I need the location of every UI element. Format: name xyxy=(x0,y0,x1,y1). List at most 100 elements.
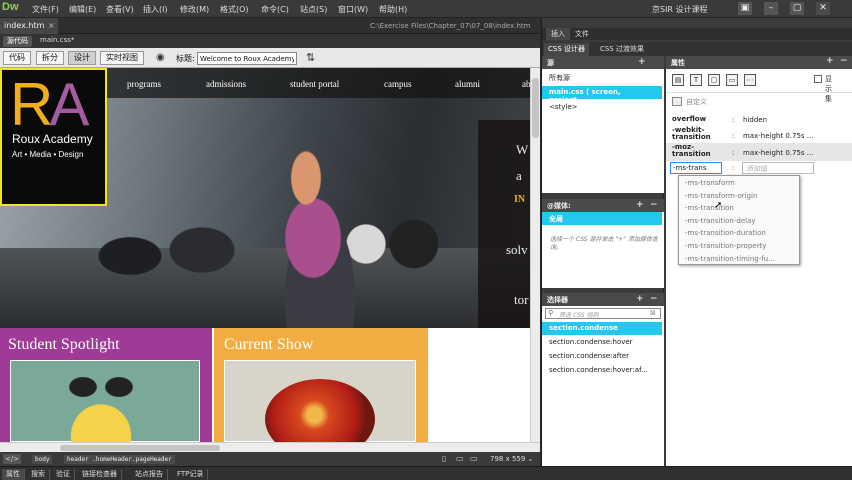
live-view-button[interactable]: 实时视图 xyxy=(100,51,144,65)
text-category-icon[interactable]: T xyxy=(690,74,702,86)
more-category-icon[interactable]: ⋯ xyxy=(744,74,756,86)
menu-insert[interactable]: 插入(I) xyxy=(143,4,168,15)
menu-file[interactable]: 文件(F) xyxy=(32,4,59,15)
tab-search[interactable]: 搜索 xyxy=(27,469,50,480)
desktop-size-icon[interactable]: ▭ xyxy=(470,454,478,463)
remove-media-button[interactable]: − xyxy=(650,200,658,210)
nav-about[interactable]: ab xyxy=(522,79,530,89)
hint-item[interactable]: -ms-transition xyxy=(679,202,799,215)
nav-student-portal[interactable]: student portal xyxy=(290,79,339,89)
hint-item[interactable]: -ms-transition-delay xyxy=(679,215,799,228)
tab-css-transitions[interactable]: CSS 过渡效果 xyxy=(596,43,648,56)
close-icon[interactable]: ✕ xyxy=(816,2,830,15)
hint-item[interactable]: -ms-transform-origin xyxy=(679,190,799,203)
border-category-icon[interactable]: ▢ xyxy=(708,74,720,86)
property-name-input[interactable]: -ms-trans xyxy=(670,162,722,174)
property-value-input[interactable]: 添加值 xyxy=(742,162,814,174)
menu-help[interactable]: 帮助(H) xyxy=(379,4,407,15)
source-all[interactable]: 所有源 xyxy=(542,71,662,84)
add-media-button[interactable]: + xyxy=(636,200,644,210)
nav-programs[interactable]: programs xyxy=(127,79,161,89)
tab-css-designer[interactable]: CSS 设计器 xyxy=(544,43,589,56)
source-style[interactable]: <style> xyxy=(542,101,662,114)
layout-category-icon[interactable]: ▤ xyxy=(672,74,684,86)
selector-filter-input[interactable]: 筛选 CSS 规则 xyxy=(545,308,661,319)
property-name[interactable]: -webkit- transition xyxy=(672,127,711,141)
property-colon: : xyxy=(732,164,735,172)
property-name[interactable]: -moz- transition xyxy=(672,144,711,158)
tab-site-reports[interactable]: 站点报告 xyxy=(131,469,168,480)
tab-link-checker[interactable]: 链接检查器 xyxy=(78,469,122,480)
nav-admissions[interactable]: admissions xyxy=(206,79,246,89)
live-globe-icon[interactable]: ◉ xyxy=(156,52,168,64)
document-tab[interactable]: index.htm × xyxy=(0,18,58,34)
menu-view[interactable]: 查看(V) xyxy=(106,4,134,15)
scroll-thumb[interactable] xyxy=(60,445,220,451)
property-value[interactable]: hidden xyxy=(743,116,767,124)
tab-ftp-log[interactable]: FTP记录 xyxy=(173,469,209,480)
property-value[interactable]: max-height 0.75s ... xyxy=(743,149,813,157)
design-view[interactable]: programs admissions student portal campu… xyxy=(0,68,530,442)
welcome-text-1: W xyxy=(516,142,529,157)
property-row-webkit-transition[interactable]: -webkit- transition : max-height 0.75s .… xyxy=(666,126,852,144)
menu-commands[interactable]: 命令(C) xyxy=(261,4,289,15)
hint-item[interactable]: -ms-transition-property xyxy=(679,240,799,253)
tablet-size-icon[interactable]: ▭ xyxy=(456,454,464,463)
menu-window[interactable]: 窗口(W) xyxy=(338,4,368,15)
checkbox-icon[interactable] xyxy=(814,75,822,83)
student-spotlight-section[interactable]: Student Spotlight xyxy=(0,328,212,442)
hint-item[interactable]: -ms-transform xyxy=(679,177,799,190)
code-navigator-icon[interactable]: </> xyxy=(3,454,21,464)
add-property-button[interactable]: + xyxy=(826,56,834,66)
selector-item[interactable]: section.condense:hover xyxy=(542,336,662,349)
vertical-scrollbar[interactable] xyxy=(530,68,540,442)
tab-insert[interactable]: 插入 xyxy=(546,28,570,40)
workspace-label[interactable]: 京SIR 设计课程 xyxy=(652,4,708,15)
current-show-section[interactable]: Current Show xyxy=(214,328,428,442)
related-files-bar: 源代码 main.css* xyxy=(0,34,540,48)
horizontal-scrollbar[interactable] xyxy=(0,442,540,452)
add-source-button[interactable]: + xyxy=(638,57,646,67)
maximize-icon[interactable]: ▢ xyxy=(790,2,804,15)
file-transfer-icon[interactable]: ⇅ xyxy=(306,51,315,64)
roux-academy-logo[interactable]: RA Roux Academy Art • Media • Design xyxy=(0,68,107,206)
tab-properties[interactable]: 属性 xyxy=(2,469,25,480)
tab-close-icon[interactable]: × xyxy=(48,21,55,30)
scroll-thumb[interactable] xyxy=(532,78,539,138)
selector-item[interactable]: section.condense xyxy=(542,322,662,335)
property-name[interactable]: overflow xyxy=(672,116,706,123)
selector-item[interactable]: section.condense:hover:af... xyxy=(542,364,662,377)
media-global[interactable]: 全局 xyxy=(542,212,662,225)
split-view-button[interactable]: 拆分 xyxy=(36,51,64,65)
tag-header[interactable]: header .homeHeader.pageHeader xyxy=(64,455,175,464)
menu-site[interactable]: 站点(S) xyxy=(300,4,327,15)
property-value[interactable]: max-height 0.75s ... xyxy=(743,132,813,140)
related-file-main-css[interactable]: main.css* xyxy=(40,36,74,44)
hint-item[interactable]: -ms-transition-timing-fu... xyxy=(679,253,799,266)
window-size-dropdown[interactable]: 798 x 559 ⌄ xyxy=(490,455,533,463)
nav-alumni[interactable]: alumni xyxy=(455,79,480,89)
menu-modify[interactable]: 修改(M) xyxy=(180,4,209,15)
menu-format[interactable]: 格式(O) xyxy=(220,4,249,15)
page-title-input[interactable] xyxy=(197,52,297,65)
hint-item[interactable]: -ms-transition-duration xyxy=(679,227,799,240)
tag-body[interactable]: body xyxy=(32,455,53,464)
source-main-css[interactable]: main.css ( screen, project... xyxy=(542,86,662,104)
selector-item[interactable]: section.condense:after xyxy=(542,350,662,363)
remove-property-button[interactable]: − xyxy=(840,56,848,66)
menu-edit[interactable]: 编辑(E) xyxy=(69,4,96,15)
add-selector-button[interactable]: + xyxy=(636,294,644,304)
tab-files[interactable]: 文件 xyxy=(570,28,594,40)
sync-icon[interactable]: ▣ xyxy=(738,2,752,15)
design-view-button[interactable]: 设计 xyxy=(68,51,96,65)
property-row-moz-transition[interactable]: -moz- transition : max-height 0.75s ... xyxy=(666,143,852,161)
nav-campus[interactable]: campus xyxy=(384,79,412,89)
code-view-button[interactable]: 代码 xyxy=(3,51,31,65)
mobile-size-icon[interactable]: ▯ xyxy=(442,454,446,463)
tab-validation[interactable]: 验证 xyxy=(52,469,75,480)
source-code-button[interactable]: 源代码 xyxy=(3,36,32,47)
remove-selector-button[interactable]: − xyxy=(650,294,658,304)
clear-icon[interactable]: ⊠ xyxy=(650,309,656,317)
background-category-icon[interactable]: ▭ xyxy=(726,74,738,86)
minimize-icon[interactable]: – xyxy=(764,2,778,15)
